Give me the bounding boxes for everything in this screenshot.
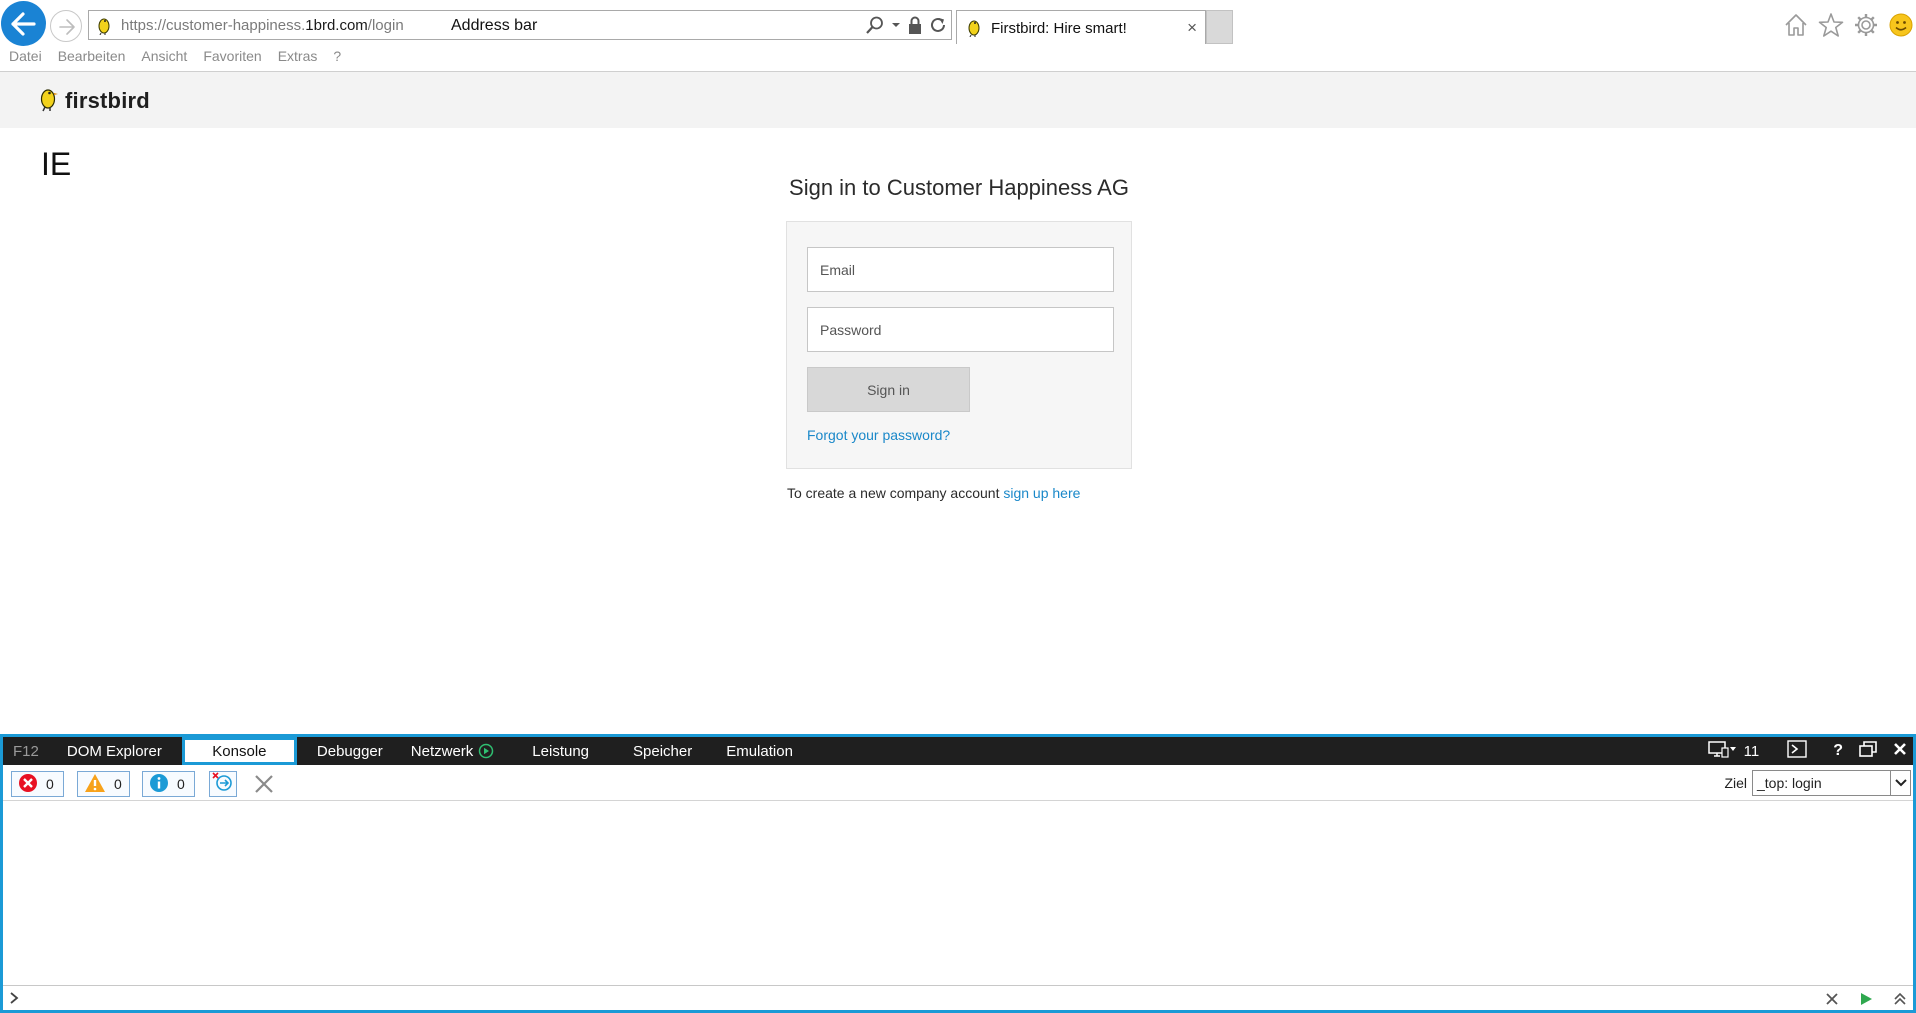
menu-help[interactable]: ? [333,48,341,70]
url-text[interactable]: https://customer-happiness.1brd.com/logi… [121,17,404,34]
email-field[interactable] [807,247,1114,292]
back-button[interactable] [1,1,46,46]
info-icon [149,773,169,796]
clear-on-navigate-toggle[interactable] [209,771,237,797]
warnings-filter-button[interactable]: 0 [77,771,130,797]
firstbird-favicon-icon [965,17,983,42]
refresh-icon[interactable] [929,15,947,35]
tab-dom-explorer[interactable]: DOM Explorer [53,737,176,765]
smiley-feedback-icon[interactable] [1888,12,1914,43]
console-toolbar: 0 0 0 Ziel _top: login [3,765,1913,801]
expand-input-icon[interactable] [1893,992,1907,1011]
error-count: 0 [46,776,54,792]
address-bar-tools [865,15,947,35]
brand-name: firstbird [65,87,150,113]
tab-close-icon[interactable]: × [1187,18,1197,38]
signup-link[interactable]: sign up here [1003,485,1080,501]
messages-filter-button[interactable]: 0 [142,771,195,797]
tab-debugger[interactable]: Debugger [303,737,397,765]
new-tab-button[interactable] [1206,10,1233,44]
create-account-line: To create a new company account sign up … [787,485,1080,501]
favorites-star-icon[interactable] [1818,12,1844,43]
monitor-icon [1707,740,1736,762]
signin-button[interactable]: Sign in [807,367,970,412]
menu-bearbeiten[interactable]: Bearbeiten [58,48,126,70]
create-account-text: To create a new company account [787,485,1004,501]
devtools-tab-bar: F12 DOM Explorer Konsole Debugger Netzwe… [3,737,1913,765]
dropdown-caret-icon[interactable] [891,21,901,29]
console-input-actions [1825,992,1907,1011]
lock-icon[interactable] [907,15,923,35]
warning-count: 0 [114,776,122,792]
console-input[interactable] [3,985,1913,1010]
signin-title: Sign in to Customer Happiness AG [789,175,1129,200]
console-prompt-icon[interactable] [1787,740,1807,762]
clear-console-icon[interactable] [253,773,275,800]
site-header: firstbird [0,72,1916,128]
menu-favoriten[interactable]: Favoriten [203,48,261,70]
help-icon[interactable]: ? [1833,742,1843,760]
run-play-icon[interactable] [1859,992,1873,1011]
console-output[interactable] [3,801,1913,985]
prompt-chevron-icon [9,991,19,1010]
chevron-down-icon [1890,771,1910,795]
clear-on-navigate-icon [212,771,234,797]
errors-filter-button[interactable]: 0 [11,771,64,797]
toolbar-right [1783,12,1916,43]
tab-title: Firstbird: Hire smart! [991,20,1127,37]
tab-network-label: Netzwerk [410,742,474,760]
close-devtools-icon[interactable] [1893,742,1907,760]
password-field[interactable] [807,307,1114,352]
browser-tab[interactable]: Firstbird: Hire smart! × [956,10,1206,44]
devtools-right-controls: 11 ? [1707,737,1913,765]
tab-emulation[interactable]: Emulation [712,737,807,765]
tab-f12: F12 [13,742,39,760]
document-mode-value: 11 [1743,742,1760,760]
tab-console[interactable]: Konsole [181,737,297,765]
address-bar-annotation: Address bar [451,17,538,34]
tab-performance[interactable]: Leistung [508,737,613,765]
firstbird-favicon-icon [95,15,113,40]
browser-chrome: https://customer-happiness.1brd.com/logi… [0,0,1916,72]
arrow-right-icon [59,19,75,35]
firstbird-logo[interactable]: firstbird [37,84,150,117]
menu-datei[interactable]: Datei [9,48,42,70]
devtools-panel: F12 DOM Explorer Konsole Debugger Netzwe… [0,734,1916,1013]
forward-button[interactable] [50,10,82,42]
tab-network[interactable]: Netzwerk [397,737,509,765]
home-icon[interactable] [1783,12,1809,43]
warning-icon [84,773,106,796]
target-value: _top: login [1757,775,1822,791]
tab-memory[interactable]: Speicher [613,737,712,765]
signin-form: Sign in Forgot your password? [786,221,1132,469]
target-label: Ziel [1724,775,1747,791]
menu-extras[interactable]: Extras [278,48,318,70]
target-select[interactable]: _top: login [1752,770,1911,796]
forgot-password-link[interactable]: Forgot your password? [807,427,950,443]
document-mode-selector[interactable]: 11 [1707,740,1760,762]
address-bar[interactable]: https://customer-happiness.1brd.com/logi… [88,10,952,40]
undock-icon[interactable] [1859,741,1877,761]
info-count: 0 [177,776,185,792]
arrow-left-icon [11,12,36,36]
menu-bar: Datei Bearbeiten Ansicht Favoriten Extra… [0,48,341,70]
search-icon[interactable] [865,15,885,35]
gear-icon[interactable] [1853,12,1879,43]
play-icon [478,743,494,759]
error-icon [18,773,38,796]
bird-logo-icon [37,84,59,117]
clear-input-icon[interactable] [1825,992,1839,1011]
menu-ansicht[interactable]: Ansicht [141,48,187,70]
